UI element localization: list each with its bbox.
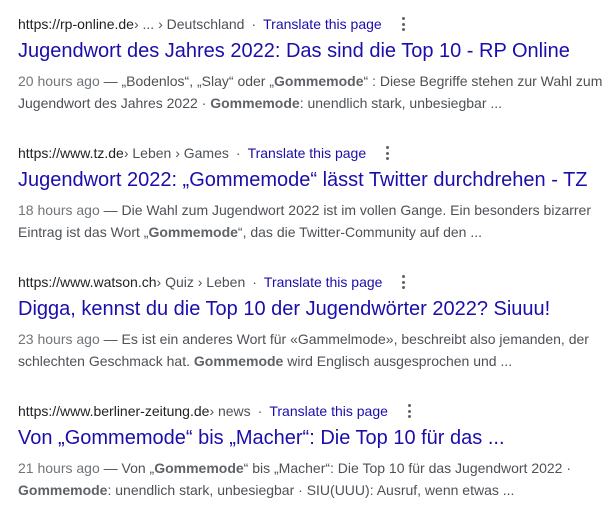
separator-dot: · — [251, 16, 257, 32]
result-snippet: 20 hours ago — „Bodenlos“, „Slay“ oder „… — [18, 70, 610, 114]
result-title-link[interactable]: Jugendwort des Jahres 2022: Das sind die… — [18, 38, 614, 64]
translate-link[interactable]: Translate this page — [269, 401, 388, 421]
separator-dot: · — [252, 274, 257, 290]
result-snippet: 21 hours ago — Von „Gommemode“ bis „Mach… — [18, 457, 610, 501]
result-date: 21 hours ago — [18, 460, 100, 476]
result-url-path: › Quiz › Leben — [156, 274, 246, 290]
result-url-line: https://rp-online.de › ... › Deutschland… — [18, 14, 614, 34]
result-url-line: https://www.tz.de › Leben › Games · Tran… — [18, 143, 614, 163]
result-snippet: 23 hours ago — Es ist ein anderes Wort f… — [18, 328, 610, 372]
snippet-text: : unendlich stark, unbesiegbar · SIU(UUU… — [107, 482, 515, 498]
more-options-icon[interactable] — [401, 17, 406, 31]
snippet-highlight: Gommemode — [193, 353, 284, 369]
result-date: 20 hours ago — [18, 73, 100, 89]
translate-link[interactable]: Translate this page — [263, 14, 382, 34]
snippet-text: : unendlich stark, unbesiegbar ... — [299, 95, 503, 111]
search-result: https://www.tz.de › Leben › Games · Tran… — [18, 143, 614, 243]
result-url-line: https://www.berliner-zeitung.de › news ·… — [18, 401, 614, 421]
result-date: 18 hours ago — [18, 202, 100, 218]
translate-link[interactable]: Translate this page — [264, 272, 383, 292]
snippet-highlight: Gommemode — [154, 460, 244, 476]
more-options-icon[interactable] — [386, 146, 390, 160]
snippet-highlight: Gommemode — [18, 482, 108, 498]
snippet-text: wird Englisch ausgesprochen und ... — [283, 353, 513, 369]
snippet-text: “ bis „Macher“: Die Top 10 für das Jugen… — [243, 460, 572, 476]
result-title-link[interactable]: Jugendwort 2022: „Gommemode“ lässt Twitt… — [18, 167, 614, 193]
result-snippet: 18 hours ago — Die Wahl zum Jugendwort 2… — [18, 199, 610, 243]
result-url-host[interactable]: https://rp-online.de — [18, 14, 134, 34]
search-result: https://www.watson.ch › Quiz › Leben · T… — [18, 272, 614, 372]
search-result: https://www.berliner-zeitung.de › news ·… — [18, 401, 614, 501]
snippet-text: — „Bodenlos“, „Slay“ oder „ — [99, 73, 275, 89]
separator-dot: · — [235, 145, 241, 161]
result-url-path: › ... › Deutschland — [133, 16, 245, 32]
separator-dot: · — [257, 403, 263, 419]
result-url-host[interactable]: https://www.berliner-zeitung.de — [18, 401, 209, 421]
result-url-host[interactable]: https://www.tz.de — [18, 143, 124, 163]
result-url-path: › Leben › Games — [123, 145, 229, 161]
snippet-highlight: Gommemode — [148, 224, 238, 240]
search-result: https://rp-online.de › ... › Deutschland… — [18, 14, 614, 114]
result-title-link[interactable]: Von „Gommemode“ bis „Macher“: Die Top 10… — [18, 425, 614, 451]
snippet-highlight: Gommemode — [210, 95, 300, 111]
snippet-text: — Von „ — [99, 460, 155, 476]
result-url-host[interactable]: https://www.watson.ch — [18, 272, 157, 292]
result-date: 23 hours ago — [18, 331, 100, 347]
snippet-highlight: Gommemode — [274, 73, 364, 89]
more-options-icon[interactable] — [407, 404, 412, 418]
snippet-text: “, das die Twitter-Community auf den ... — [237, 224, 482, 240]
more-options-icon[interactable] — [402, 275, 406, 289]
result-url-path: › news — [209, 403, 251, 419]
result-title-link[interactable]: Digga, kennst du die Top 10 der Jugendwö… — [18, 296, 614, 322]
result-url-line: https://www.watson.ch › Quiz › Leben · T… — [18, 272, 614, 292]
translate-link[interactable]: Translate this page — [248, 143, 367, 163]
